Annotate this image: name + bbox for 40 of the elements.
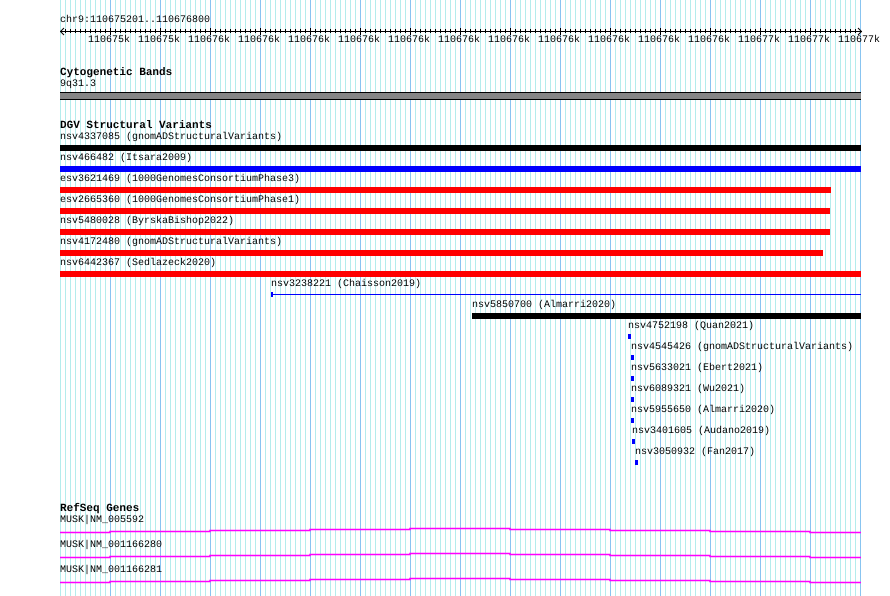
ruler-label: 110676k xyxy=(438,35,480,46)
variant-label: nsv4545426 (gnomADStructuralVariants) xyxy=(631,342,854,353)
gene-label: MUSK|NM_005592 xyxy=(60,515,144,526)
variant-label: nsv6442367 (Sedlazeck2020) xyxy=(60,258,216,269)
track-title: RefSeq Genes xyxy=(60,503,140,515)
ruler-label: 110676k xyxy=(638,35,680,46)
ruler-label: 110676k xyxy=(688,35,730,46)
variant-label: nsv5850700 (Almarri2020) xyxy=(472,300,616,311)
ruler-label: 110676k xyxy=(338,35,380,46)
variant-label: nsv4337085 (gnomADStructuralVariants) xyxy=(60,132,282,143)
ruler-label: 110676k xyxy=(188,35,230,46)
ruler-label: 110676k xyxy=(488,35,530,46)
variant-label: nsv3401605 (Audano2019) xyxy=(632,426,770,437)
gene-label: MUSK|NM_001166280 xyxy=(60,540,162,551)
ruler-label: 110677k xyxy=(738,35,780,46)
variant-label: nsv3050932 (Fan2017) xyxy=(635,447,756,458)
ruler-label: 110675k xyxy=(138,35,180,46)
variant-label: esv3621469 (1000GenomesConsortiumPhase3) xyxy=(60,174,300,185)
ruler-label: 110676k xyxy=(388,35,430,46)
ruler-label: 110675k xyxy=(88,35,130,46)
variant-label: nsv6089321 (Wu2021) xyxy=(631,384,746,395)
ruler-label: 110676k xyxy=(538,35,580,46)
band-label: 9q31.3 xyxy=(60,79,96,90)
variant-label: nsv4172480 (gnomADStructuralVariants) xyxy=(60,237,282,248)
ruler-label: 110676k xyxy=(288,35,330,46)
ruler-label: 110677k xyxy=(788,35,830,46)
ruler-label: 110676k xyxy=(238,35,280,46)
variant-label: nsv5955650 (Almarri2020) xyxy=(631,405,776,416)
variant-label: nsv4752198 (Quan2021) xyxy=(628,321,754,332)
variant-label: nsv3238221 (Chaisson2019) xyxy=(271,279,422,290)
track-title: DGV Structural Variants xyxy=(60,120,212,132)
variant-label: nsv5480028 (ByrskaBishop2022) xyxy=(60,216,234,227)
variant-label: nsv466482 (Itsara2009) xyxy=(60,153,192,164)
locus-label: chr9:110675201..110676800 xyxy=(60,15,210,26)
variant-label: nsv5633021 (Ebert2021) xyxy=(631,363,764,374)
ruler-label: 110677k xyxy=(838,35,880,46)
track-title: Cytogenetic Bands xyxy=(60,67,172,79)
gene-label: MUSK|NM_001166281 xyxy=(60,565,162,576)
ruler-label: 110676k xyxy=(588,35,630,46)
variant-label: esv2665360 (1000GenomesConsortiumPhase1) xyxy=(60,195,300,206)
